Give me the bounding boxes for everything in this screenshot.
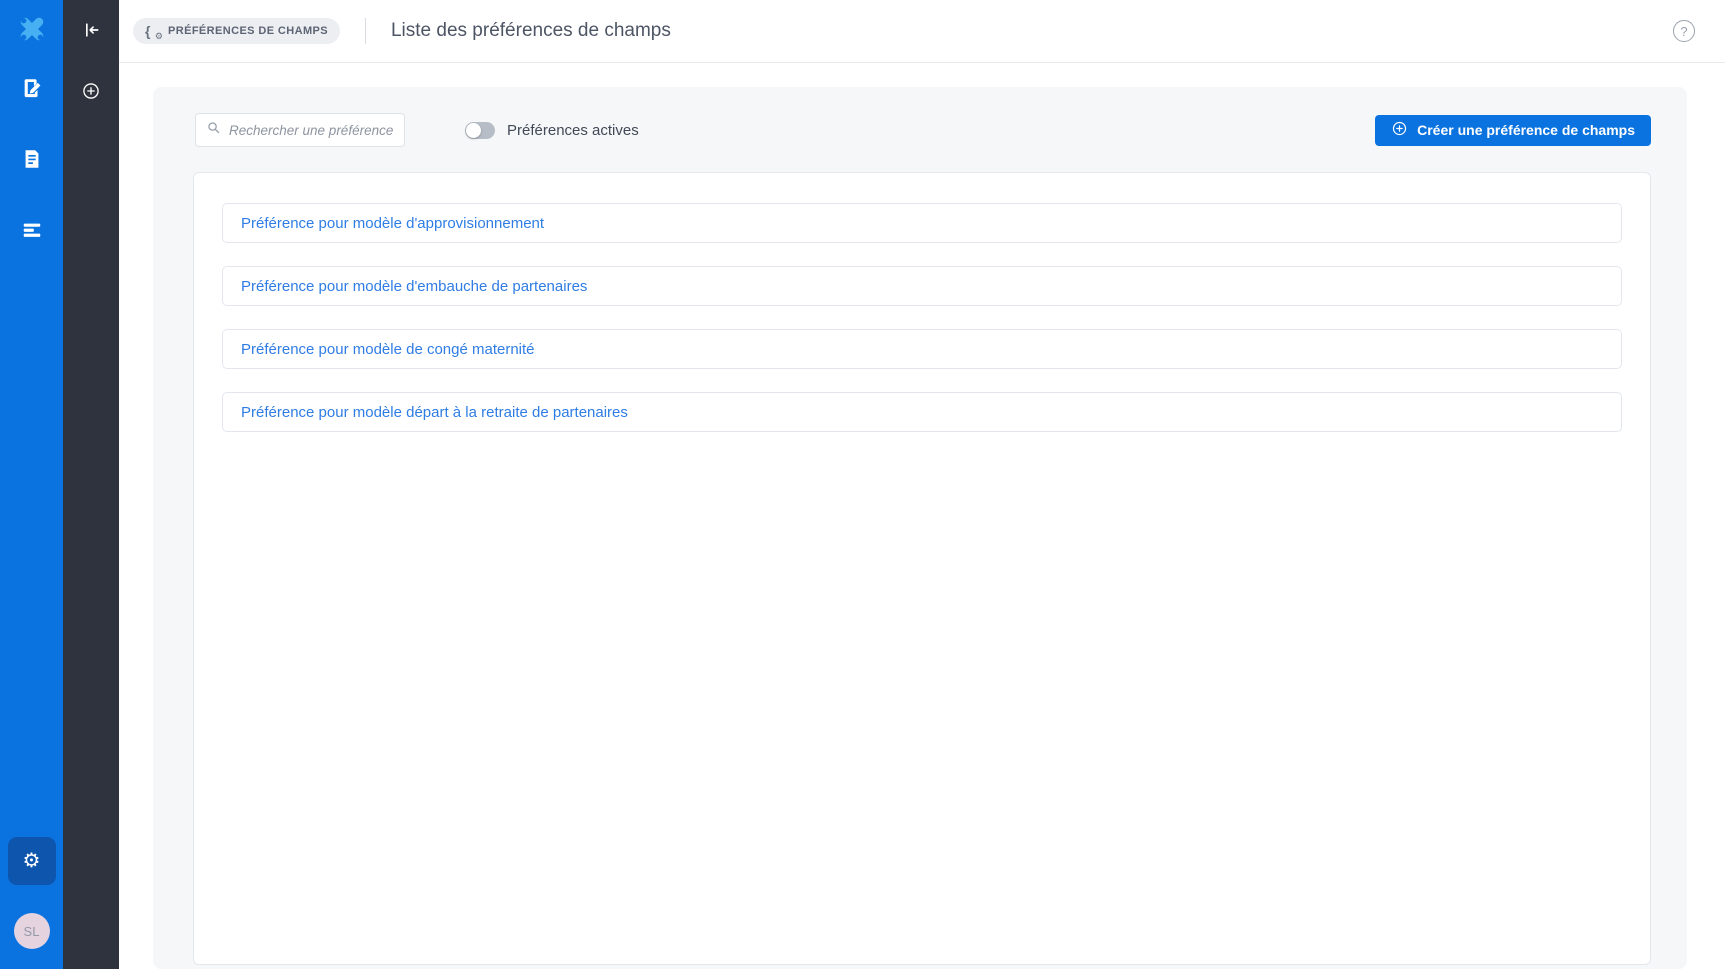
plus-circle-icon — [81, 81, 101, 104]
plus-circle-icon — [1391, 120, 1408, 140]
search-box — [195, 113, 405, 147]
toolbar: Préférences actives Créer une préférence… — [153, 87, 1687, 147]
search-icon — [206, 120, 221, 140]
sidebar-item-list[interactable] — [0, 209, 63, 253]
app-logo[interactable] — [0, 0, 63, 63]
toggle-knob — [466, 123, 481, 138]
search-input[interactable] — [229, 123, 394, 138]
edit-document-icon — [21, 77, 43, 102]
primary-nav — [0, 63, 63, 280]
content-panel: Préférences actives Créer une préférence… — [153, 87, 1687, 969]
help-button[interactable]: ? — [1673, 20, 1695, 42]
active-preferences-toggle[interactable] — [465, 122, 495, 139]
secondary-sidebar — [63, 0, 119, 969]
add-button[interactable] — [63, 75, 119, 109]
preference-link[interactable]: Préférence pour modèle d'approvisionneme… — [222, 203, 1622, 243]
avatar-initials: SL — [24, 924, 40, 939]
field-preferences-icon: { ⚙ — [145, 22, 161, 40]
active-preferences-filter: Préférences actives — [465, 122, 639, 139]
preference-link[interactable]: Préférence pour modèle d'embauche de par… — [222, 266, 1622, 306]
module-badge-label: PRÉFÉRENCES DE CHAMPS — [168, 25, 328, 37]
main-area: { ⚙ PRÉFÉRENCES DE CHAMPS Liste des préf… — [119, 0, 1725, 969]
preference-link[interactable]: Préférence pour modèle de congé maternit… — [222, 329, 1622, 369]
sidebar-bottom: ⚙ SL — [8, 837, 56, 969]
align-left-icon — [21, 219, 43, 244]
page-title: Liste des préférences de champs — [391, 20, 671, 42]
toggle-label: Préférences actives — [507, 122, 639, 139]
preferences-list: Préférence pour modèle d'approvisionneme… — [193, 172, 1651, 965]
avatar[interactable]: SL — [14, 913, 50, 949]
preference-link[interactable]: Préférence pour modèle départ à la retra… — [222, 392, 1622, 432]
primary-sidebar: ⚙ SL — [0, 0, 63, 969]
gear-icon: ⚙ — [23, 851, 41, 871]
top-bar: { ⚙ PRÉFÉRENCES DE CHAMPS Liste des préf… — [119, 0, 1725, 63]
clipboard-icon — [21, 148, 43, 173]
header-divider — [365, 18, 366, 44]
x-logo-icon — [15, 12, 49, 51]
collapse-sidebar-button[interactable] — [63, 14, 119, 48]
content-area: Préférences actives Créer une préférence… — [119, 63, 1725, 969]
question-mark-icon: ? — [1680, 24, 1687, 39]
sidebar-item-edit-documents[interactable] — [0, 67, 63, 111]
create-preference-label: Créer une préférence de champs — [1417, 122, 1635, 138]
module-badge[interactable]: { ⚙ PRÉFÉRENCES DE CHAMPS — [133, 18, 340, 44]
create-preference-button[interactable]: Créer une préférence de champs — [1375, 115, 1651, 146]
sidebar-item-settings[interactable]: ⚙ — [8, 837, 56, 885]
sidebar-item-documents[interactable] — [0, 138, 63, 182]
collapse-sidebar-icon — [81, 20, 101, 43]
